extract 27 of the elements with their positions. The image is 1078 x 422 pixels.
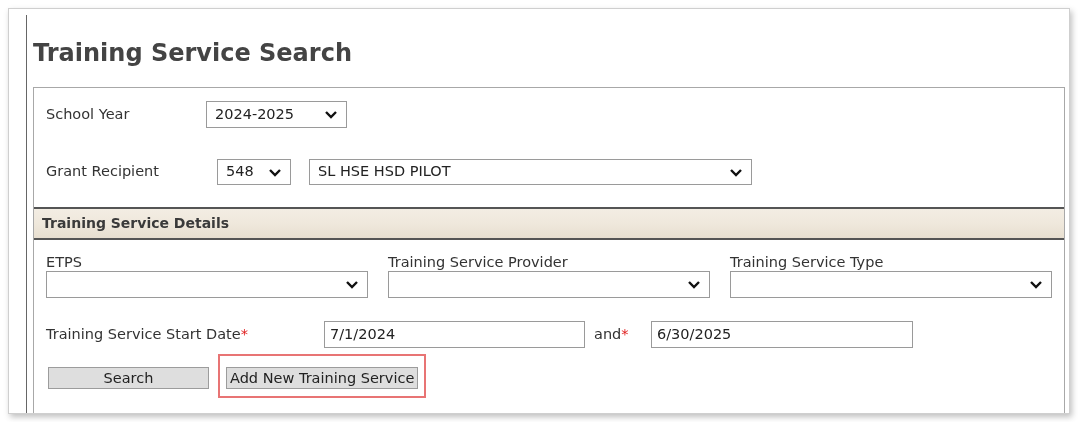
dropdown-select[interactable] [46, 271, 368, 298]
field-label: Grant Recipient [46, 162, 160, 182]
action-button[interactable]: Add New Training Service [226, 367, 419, 389]
recipient-name-select[interactable]: SL HSE HSD PILOT [309, 159, 752, 185]
recipient-code-select[interactable]: 548 [217, 159, 291, 185]
page-title: Training Service Search [33, 41, 353, 65]
action-button[interactable]: Search [48, 367, 209, 389]
chevron-down-icon [345, 280, 359, 289]
required-mark: * [621, 324, 629, 344]
dropdown-select[interactable] [388, 271, 710, 298]
chevron-down-icon [729, 167, 743, 177]
end-date-field[interactable]: 6/30/2025 [651, 321, 913, 348]
chevron-down-icon [268, 167, 282, 177]
chevron-down-icon [687, 280, 701, 289]
field-label: Training Service Start Date [46, 324, 241, 344]
field-label: and [594, 324, 622, 344]
school-year-select[interactable]: 2024-2025 [206, 101, 347, 128]
field-label: Training Service Provider [388, 254, 569, 271]
required-mark: * [240, 324, 248, 344]
field-label: School Year [46, 104, 131, 124]
chevron-down-icon [324, 110, 338, 119]
chevron-down-icon [1029, 280, 1043, 289]
section-header: Training Service Details [34, 207, 1064, 240]
dropdown-select[interactable] [730, 271, 1052, 298]
start-date-field[interactable]: 7/1/2024 [324, 321, 585, 348]
field-label: ETPS [46, 254, 83, 271]
field-label: Training Service Type [730, 254, 885, 271]
